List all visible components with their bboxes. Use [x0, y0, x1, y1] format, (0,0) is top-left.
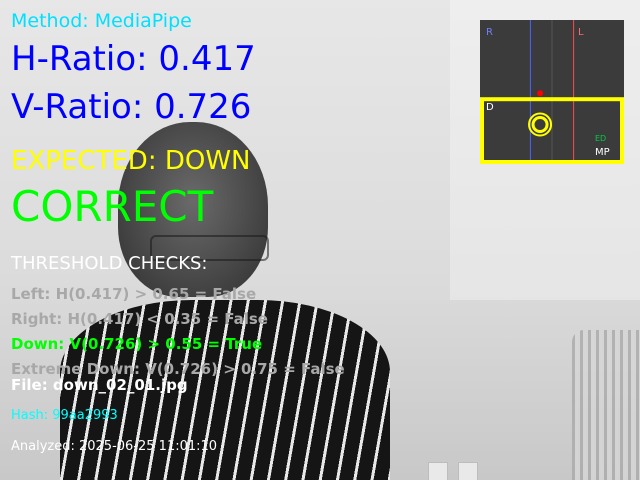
threshold-check-extreme-down: Extreme Down: V(0.726) > 0.75 = False — [11, 360, 345, 378]
analyzed-timestamp: Analyzed: 2025-06-25 11:01:10 — [11, 439, 218, 454]
threshold-checks-heading: THRESHOLD CHECKS: — [11, 253, 208, 274]
extreme-down-zone-label: ED — [595, 134, 606, 143]
camera-frame: Method: MediaPipe H-Ratio: 0.417 V-Ratio… — [0, 0, 640, 480]
verdict-label: CORRECT — [11, 182, 214, 231]
gaze-map: R L D ED MP — [480, 20, 624, 164]
down-zone-label: D — [486, 102, 494, 113]
file-name-label: File: down_02_01.jpg — [11, 376, 188, 394]
method-badge: MP — [595, 147, 610, 158]
v-ratio-label: V-Ratio: 0.726 — [11, 87, 252, 127]
background-chair — [572, 330, 640, 480]
left-zone-label: L — [578, 27, 584, 38]
expected-direction-label: EXPECTED: DOWN — [11, 146, 251, 176]
right-zone-label: R — [486, 27, 493, 38]
gaze-column-marker — [537, 90, 544, 97]
threshold-check-down: Down: V(0.726) > 0.55 = True — [11, 335, 263, 353]
threshold-check-right: Right: H(0.417) < 0.35 = False — [11, 310, 268, 328]
gaze-point-marker — [531, 116, 549, 134]
h-ratio-label: H-Ratio: 0.417 — [11, 39, 256, 79]
hash-label: Hash: 99aa2993 — [11, 408, 118, 423]
gaze-map-panel: R L D ED MP — [480, 20, 624, 164]
wall-outlet — [458, 462, 478, 480]
threshold-check-left: Left: H(0.417) > 0.65 = False — [11, 285, 257, 303]
wall-outlet — [428, 462, 448, 480]
method-label: Method: MediaPipe — [11, 10, 192, 32]
